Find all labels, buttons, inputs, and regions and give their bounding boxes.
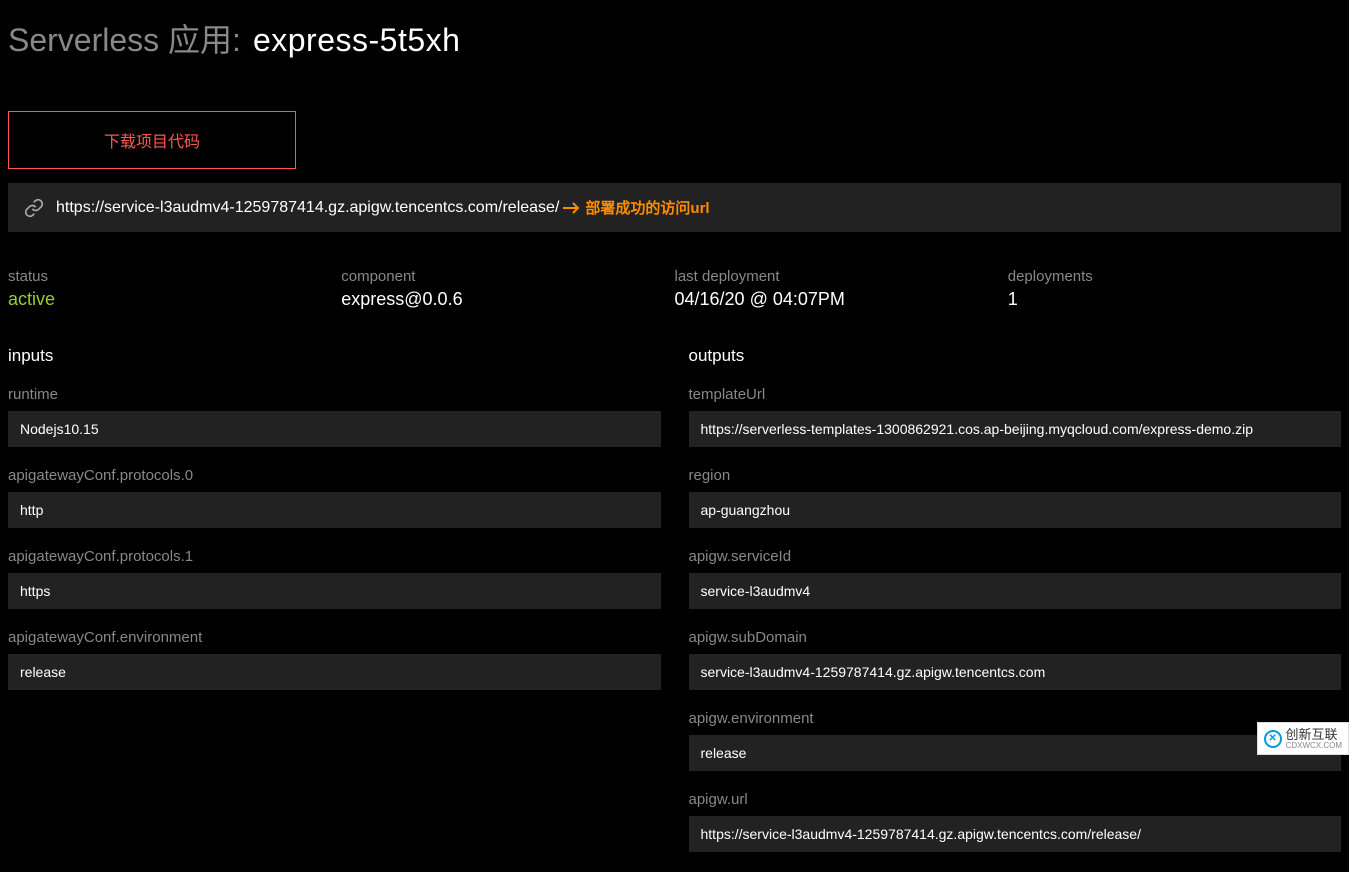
link-icon	[24, 198, 44, 218]
url-annotation: 部署成功的访问url	[563, 197, 709, 218]
output-item: apigw.url https://service-l3audmv4-12597…	[689, 791, 1342, 852]
output-label: apigw.url	[689, 791, 1342, 808]
inputs-heading: inputs	[8, 346, 661, 366]
input-label: apigatewayConf.environment	[8, 629, 661, 646]
output-label: templateUrl	[689, 386, 1342, 403]
output-item: apigw.serviceId service-l3audmv4	[689, 548, 1342, 609]
meta-status: status active	[8, 268, 341, 310]
page-title-row: Serverless 应用: express-5t5xh	[8, 15, 1341, 61]
output-value: https://service-l3audmv4-1259787414.gz.a…	[689, 816, 1342, 852]
download-code-button[interactable]: 下载项目代码	[8, 111, 296, 169]
output-label: apigw.environment	[689, 710, 1342, 727]
output-value: service-l3audmv4-1259787414.gz.apigw.ten…	[689, 654, 1342, 690]
output-value: https://serverless-templates-1300862921.…	[689, 411, 1342, 447]
meta-row: status active component express@0.0.6 la…	[8, 268, 1341, 310]
arrow-right-icon	[563, 201, 583, 215]
status-value: active	[8, 289, 341, 310]
title-prefix: Serverless 应用:	[8, 15, 241, 61]
component-value: express@0.0.6	[341, 289, 674, 310]
deployments-label: deployments	[1008, 268, 1341, 285]
component-label: component	[341, 268, 674, 285]
watermark: ✕ 创新互联 CDXWCX.COM	[1257, 722, 1349, 755]
outputs-heading: outputs	[689, 346, 1342, 366]
input-label: apigatewayConf.protocols.0	[8, 467, 661, 484]
input-value: https	[8, 573, 661, 609]
meta-last-deployment: last deployment 04/16/20 @ 04:07PM	[675, 268, 1008, 310]
io-row: inputs runtime Nodejs10.15 apigatewayCon…	[8, 346, 1341, 872]
watermark-icon: ✕	[1264, 730, 1282, 748]
input-label: apigatewayConf.protocols.1	[8, 548, 661, 565]
deployment-url[interactable]: https://service-l3audmv4-1259787414.gz.a…	[56, 199, 559, 217]
deployment-url-bar[interactable]: https://service-l3audmv4-1259787414.gz.a…	[8, 183, 1341, 232]
input-item: apigatewayConf.protocols.0 http	[8, 467, 661, 528]
output-item: apigw.environment release	[689, 710, 1342, 771]
input-item: apigatewayConf.protocols.1 https	[8, 548, 661, 609]
output-value: release	[689, 735, 1342, 771]
input-label: runtime	[8, 386, 661, 403]
output-item: apigw.subDomain service-l3audmv4-1259787…	[689, 629, 1342, 690]
input-item: apigatewayConf.environment release	[8, 629, 661, 690]
output-value: service-l3audmv4	[689, 573, 1342, 609]
output-item: region ap-guangzhou	[689, 467, 1342, 528]
deployments-value: 1	[1008, 289, 1341, 310]
inputs-column: inputs runtime Nodejs10.15 apigatewayCon…	[8, 346, 661, 872]
output-label: apigw.serviceId	[689, 548, 1342, 565]
outputs-column: outputs templateUrl https://serverless-t…	[689, 346, 1342, 872]
input-value: http	[8, 492, 661, 528]
status-label: status	[8, 268, 341, 285]
input-item: runtime Nodejs10.15	[8, 386, 661, 447]
input-value: Nodejs10.15	[8, 411, 661, 447]
watermark-brand: 创新互联	[1286, 727, 1338, 742]
output-item: templateUrl https://serverless-templates…	[689, 386, 1342, 447]
watermark-sub: CDXWCX.COM	[1286, 742, 1342, 750]
last-deployment-value: 04/16/20 @ 04:07PM	[675, 289, 1008, 310]
meta-component: component express@0.0.6	[341, 268, 674, 310]
last-deployment-label: last deployment	[675, 268, 1008, 285]
meta-deployments: deployments 1	[1008, 268, 1341, 310]
input-value: release	[8, 654, 661, 690]
url-annotation-text: 部署成功的访问url	[585, 197, 709, 218]
app-name: express-5t5xh	[253, 22, 460, 59]
output-label: apigw.subDomain	[689, 629, 1342, 646]
output-value: ap-guangzhou	[689, 492, 1342, 528]
output-label: region	[689, 467, 1342, 484]
